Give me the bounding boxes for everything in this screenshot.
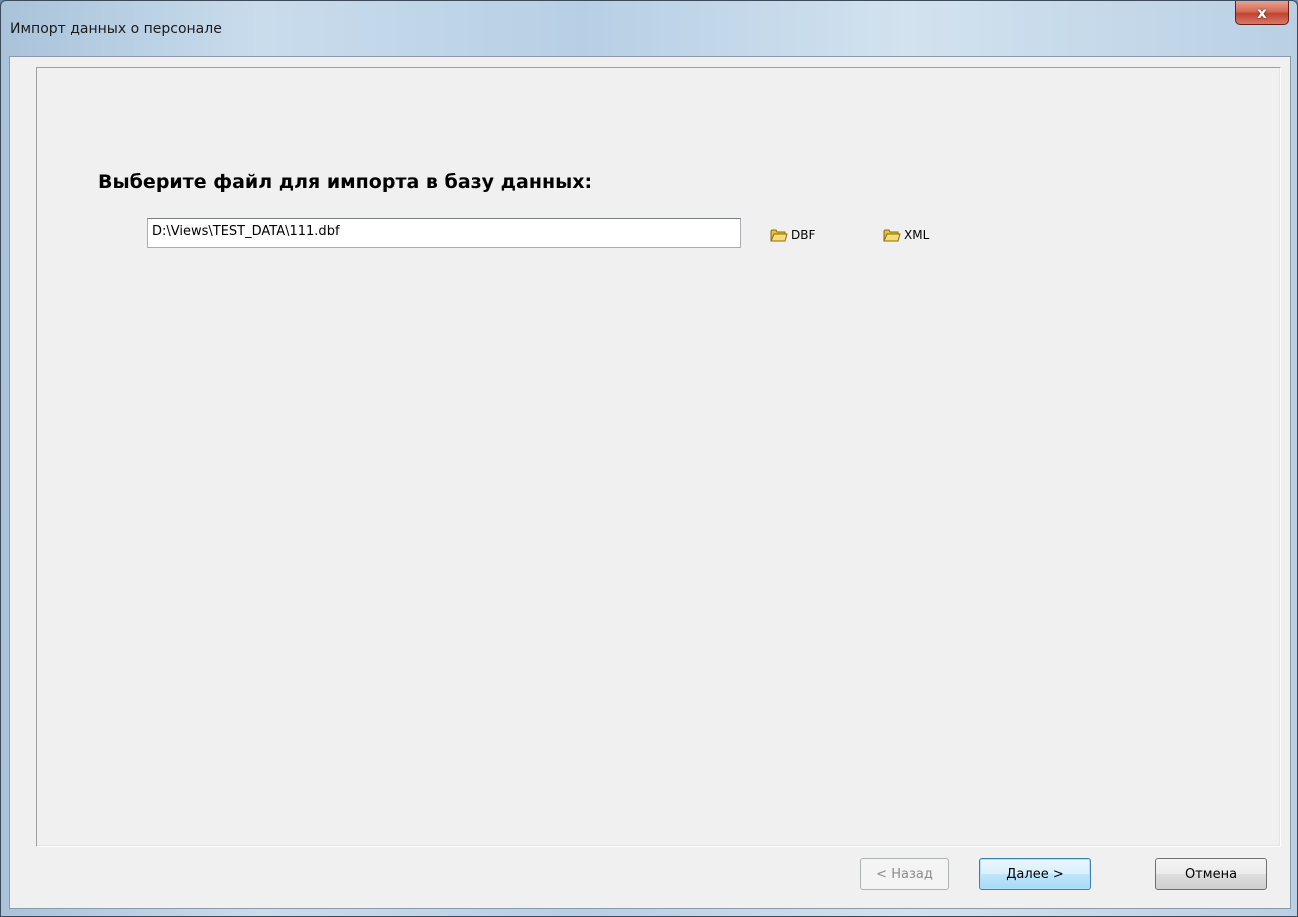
- xml-label: XML: [904, 228, 930, 242]
- back-button[interactable]: < Назад: [860, 858, 949, 890]
- dbf-browse-button[interactable]: DBF: [770, 224, 815, 246]
- close-icon: x: [1257, 3, 1267, 22]
- window-title: Импорт данных о персонале: [10, 21, 222, 37]
- folder-icon: [883, 228, 901, 243]
- cancel-button[interactable]: Отмена: [1155, 858, 1267, 890]
- folder-icon: [770, 228, 788, 243]
- file-path-field[interactable]: D:\Views\TEST_DATA\111.dbf: [147, 218, 741, 248]
- title-bar[interactable]: Импорт данных о персонале x: [1, 1, 1297, 57]
- close-button[interactable]: x: [1235, 1, 1289, 25]
- dialog-client-area: Выберите файл для импорта в базу данных:…: [9, 56, 1291, 909]
- xml-browse-button[interactable]: XML: [883, 224, 929, 246]
- page-heading: Выберите файл для импорта в базу данных:: [98, 171, 593, 193]
- import-dialog-window: Импорт данных о персонале x Выберите фай…: [0, 0, 1298, 917]
- next-button[interactable]: Далее >: [979, 858, 1091, 890]
- content-panel: Выберите файл для импорта в базу данных:…: [36, 67, 1281, 847]
- dbf-label: DBF: [791, 228, 816, 242]
